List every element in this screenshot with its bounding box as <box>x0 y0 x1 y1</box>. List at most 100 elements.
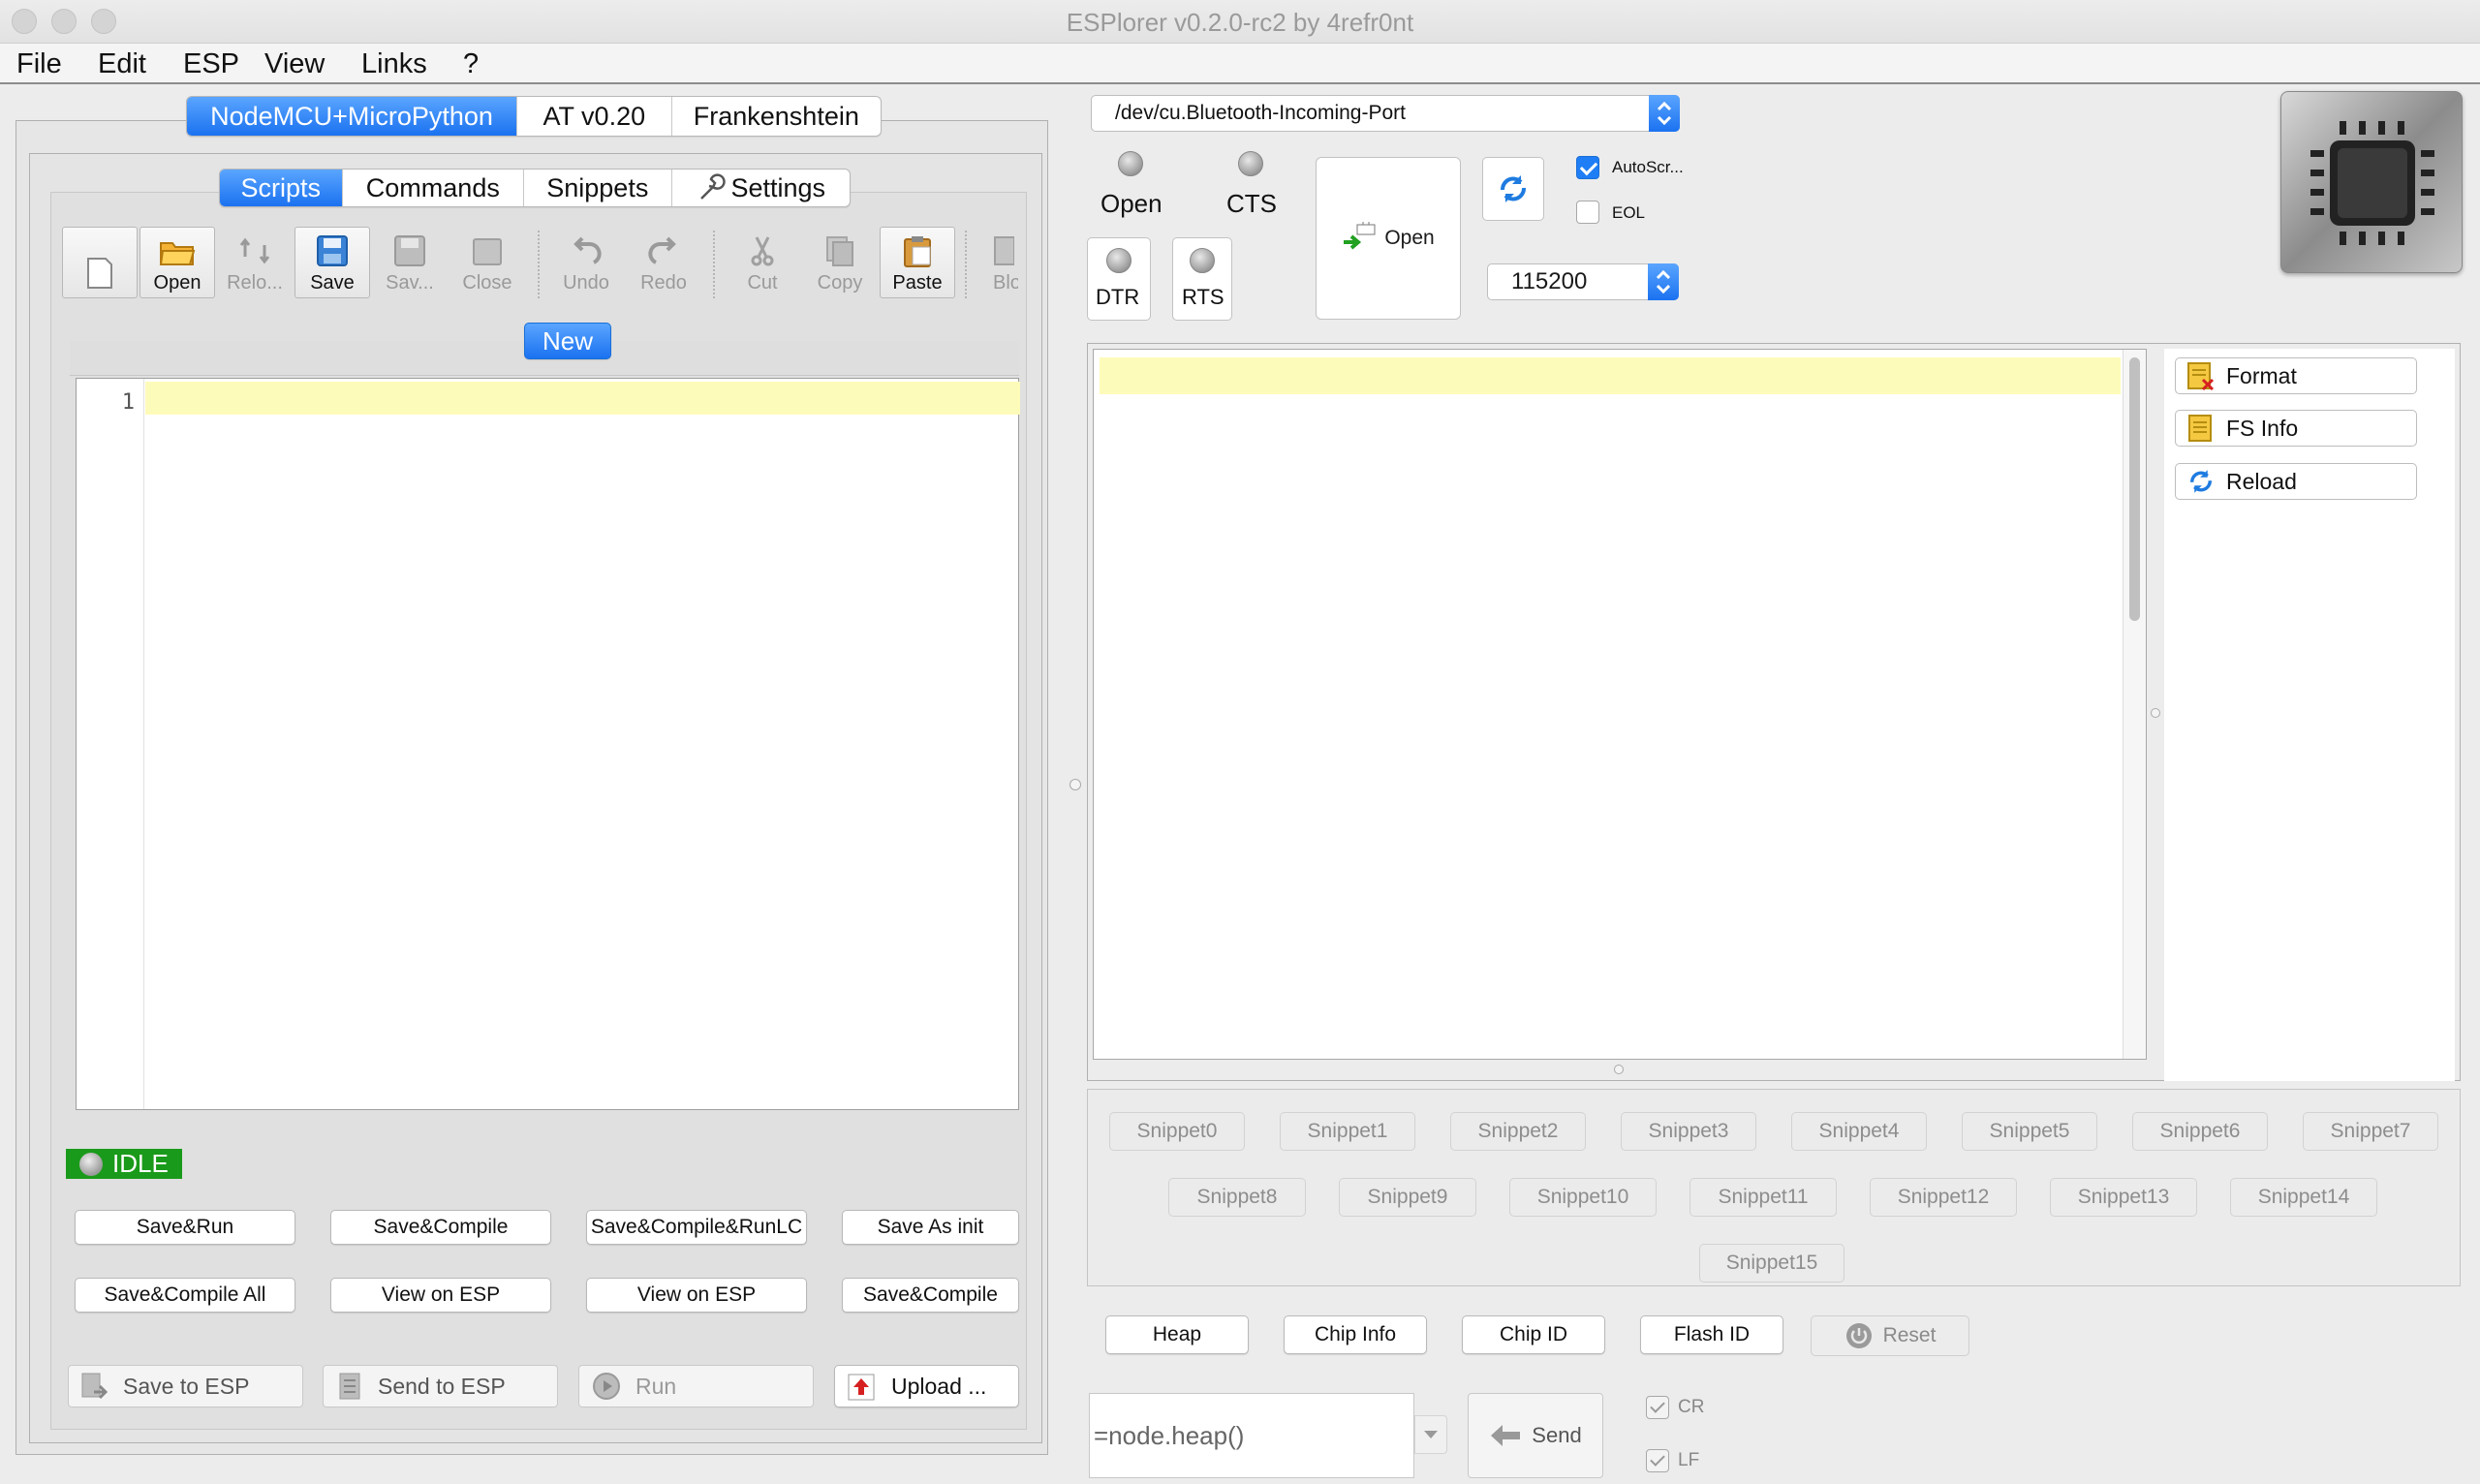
lf-checkbox[interactable] <box>1646 1449 1669 1472</box>
paste-clipboard-icon <box>904 236 931 267</box>
terminal-current-line <box>1100 357 2121 394</box>
eol-checkbox[interactable] <box>1576 201 1599 224</box>
snippet-button[interactable]: Snippet12 <box>1870 1178 2017 1217</box>
redo-button[interactable]: Redo <box>626 227 701 298</box>
status-led-icon <box>79 1152 103 1176</box>
save-as-init-button[interactable]: Save As init <box>842 1210 1019 1245</box>
save-to-esp-button[interactable]: Save to ESP <box>68 1365 303 1407</box>
chip-id-button[interactable]: Chip ID <box>1462 1315 1605 1354</box>
new-file-button[interactable] <box>62 227 138 298</box>
snippet-button[interactable]: Snippet8 <box>1168 1178 1306 1217</box>
menu-esp[interactable]: ESP <box>183 48 239 80</box>
snippet-button[interactable]: Snippet9 <box>1339 1178 1476 1217</box>
command-input[interactable]: =node.heap() <box>1089 1393 1414 1478</box>
save-button[interactable]: Save <box>294 227 370 298</box>
reload-button[interactable]: Relo... <box>217 227 293 298</box>
document-tab-new[interactable]: New <box>524 323 611 359</box>
split-handle[interactable] <box>1070 779 1081 790</box>
heap-button[interactable]: Heap <box>1105 1315 1249 1354</box>
snippet-button[interactable]: Snippet2 <box>1450 1112 1586 1151</box>
cut-button[interactable]: Cut <box>725 227 800 298</box>
rts-toggle[interactable]: RTS <box>1172 237 1232 321</box>
tab-nodemcu[interactable]: NodeMCU+MicroPython <box>187 97 518 136</box>
tab-frankenshtein[interactable]: Frankenshtein <box>672 97 881 136</box>
send-button[interactable]: Send <box>1468 1393 1603 1478</box>
snippet-button[interactable]: Snippet10 <box>1509 1178 1657 1217</box>
command-history-dropdown[interactable] <box>1414 1415 1447 1454</box>
block-comment-icon <box>994 236 1014 265</box>
view-on-esp-button[interactable]: View on ESP <box>330 1278 551 1313</box>
menu-bar: File Edit ESP View Links ? <box>0 44 2480 84</box>
format-button[interactable]: Format <box>2175 357 2417 394</box>
baud-select[interactable]: 115200 <box>1487 263 1679 300</box>
block-button[interactable]: Blo <box>975 227 1019 298</box>
window-title: ESPlorer v0.2.0-rc2 by 4refr0nt <box>1066 8 1414 37</box>
snippet-button[interactable]: Snippet6 <box>2132 1112 2268 1151</box>
terminal-scroll-thumb[interactable] <box>2129 357 2140 621</box>
snippet-button[interactable]: Snippet14 <box>2230 1178 2377 1217</box>
menu-file[interactable]: File <box>16 48 62 80</box>
save-compile-button[interactable]: Save&Compile <box>330 1210 551 1245</box>
port-select[interactable]: /dev/cu.Bluetooth-Incoming-Port <box>1091 95 1680 132</box>
menu-links[interactable]: Links <box>361 48 427 80</box>
tab-snippets[interactable]: Snippets <box>524 170 672 206</box>
scissors-icon <box>751 236 774 266</box>
save-compile-all-button[interactable]: Save&Compile All <box>75 1278 295 1313</box>
run-button[interactable]: Run <box>578 1365 814 1407</box>
send-to-esp-button[interactable]: Send to ESP <box>323 1365 558 1407</box>
snippet-button[interactable]: Snippet1 <box>1280 1112 1415 1151</box>
reset-button[interactable]: Reset <box>1811 1315 1969 1356</box>
snippet-button[interactable]: Snippet15 <box>1699 1244 1844 1283</box>
reload-icon <box>239 237 270 264</box>
tab-at[interactable]: AT v0.20 <box>517 97 672 136</box>
snippet-button[interactable]: Snippet11 <box>1690 1178 1837 1217</box>
open-led-label: Open <box>1100 189 1162 218</box>
dtr-label: DTR <box>1096 285 1140 309</box>
undo-button[interactable]: Undo <box>548 227 624 298</box>
dtr-toggle[interactable]: DTR <box>1087 237 1151 321</box>
save-as-button[interactable]: Sav... <box>372 227 448 298</box>
refresh-ports-button[interactable] <box>1482 157 1544 221</box>
port-dropdown-arrows-icon <box>1649 95 1680 132</box>
terminal-scrollbar[interactable] <box>2123 350 2146 1059</box>
flash-id-button[interactable]: Flash ID <box>1640 1315 1783 1354</box>
current-line-highlight <box>145 382 1020 415</box>
snippet-button[interactable]: Snippet0 <box>1109 1112 1245 1151</box>
fs-info-icon <box>2188 415 2212 442</box>
cts-led-icon <box>1238 151 1263 176</box>
terminal-output[interactable] <box>1093 349 2147 1060</box>
lf-label: LF <box>1678 1450 1700 1470</box>
snippet-button[interactable]: Snippet7 <box>2303 1112 2438 1151</box>
menu-view[interactable]: View <box>264 48 325 80</box>
snippet-button[interactable]: Snippet4 <box>1791 1112 1927 1151</box>
snippet-button[interactable]: Snippet5 <box>1962 1112 2097 1151</box>
fs-side-panel <box>2164 349 2455 1081</box>
refresh-icon <box>1501 175 1526 202</box>
menu-help[interactable]: ? <box>463 48 479 80</box>
code-editor[interactable]: 1 <box>76 378 1020 1110</box>
paste-button[interactable]: Paste <box>880 227 955 298</box>
tab-settings[interactable]: Settings <box>672 170 850 206</box>
run-icon <box>593 1373 620 1400</box>
chip-info-button[interactable]: Chip Info <box>1284 1315 1427 1354</box>
save-run-button[interactable]: Save&Run <box>75 1210 295 1245</box>
side-resize-handle[interactable] <box>2151 708 2160 718</box>
terminal-resize-handle[interactable] <box>1614 1065 1624 1074</box>
copy-button[interactable]: Copy <box>802 227 878 298</box>
upload-button[interactable]: Upload ... <box>834 1365 1019 1407</box>
snippet-button[interactable]: Snippet3 <box>1621 1112 1756 1151</box>
reload-files-button[interactable]: Reload <box>2175 463 2417 500</box>
menu-edit[interactable]: Edit <box>98 48 146 80</box>
tab-commands[interactable]: Commands <box>343 170 525 206</box>
open-button[interactable]: Open <box>140 227 215 298</box>
cr-checkbox[interactable] <box>1646 1396 1669 1419</box>
tab-scripts[interactable]: Scripts <box>220 170 343 206</box>
save-compile-button-2[interactable]: Save&Compile <box>842 1278 1019 1313</box>
snippet-button[interactable]: Snippet13 <box>2050 1178 2197 1217</box>
open-port-button[interactable]: Open <box>1316 157 1461 320</box>
fs-info-button[interactable]: FS Info <box>2175 410 2417 447</box>
close-file-button[interactable]: Close <box>450 227 525 298</box>
view-on-esp-button-2[interactable]: View on ESP <box>586 1278 807 1313</box>
save-compile-runlc-button[interactable]: Save&Compile&RunLC <box>586 1210 807 1245</box>
autoscroll-checkbox[interactable] <box>1576 156 1599 179</box>
